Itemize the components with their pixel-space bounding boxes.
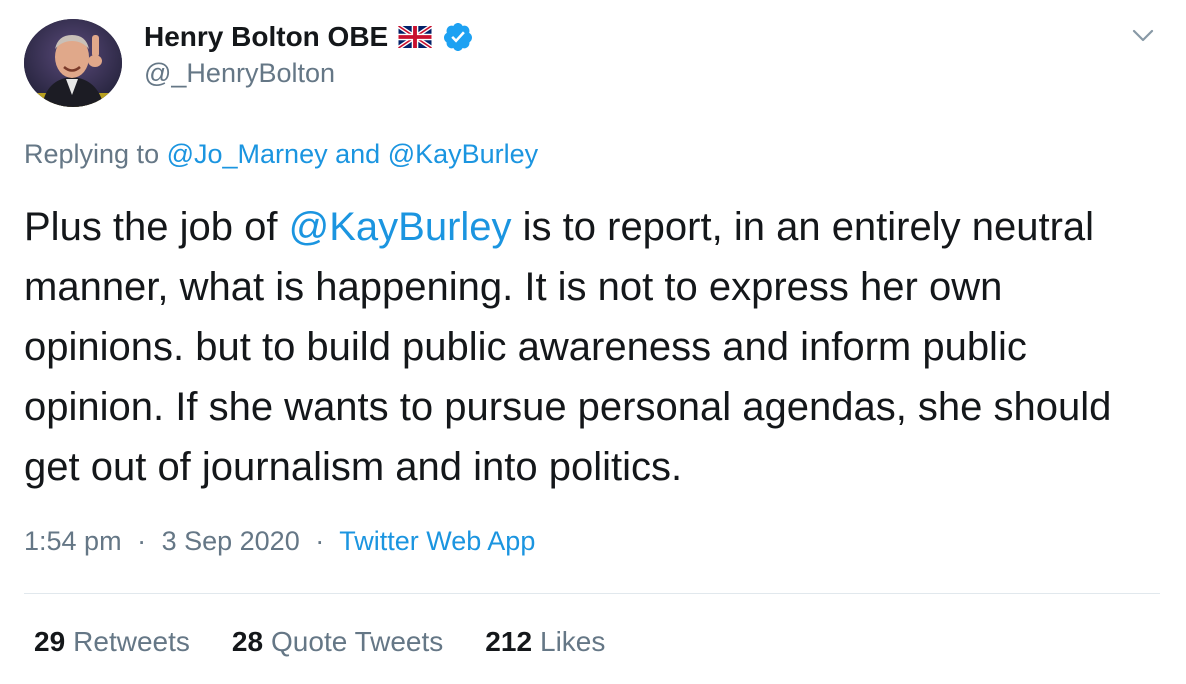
- quote-tweets-label: Quote Tweets: [271, 626, 444, 657]
- retweets-count: 29: [34, 626, 66, 657]
- divider: [24, 593, 1160, 594]
- tweet-meta: 1:54 pm · 3 Sep 2020 · Twitter Web App: [24, 526, 535, 557]
- tweet-stats: 29 Retweets 28 Quote Tweets 212 Likes: [34, 626, 605, 658]
- reply-mention-kay-burley[interactable]: @KayBurley: [388, 139, 538, 169]
- retweets-stat[interactable]: 29 Retweets: [34, 626, 190, 658]
- uk-flag-icon: [398, 26, 433, 48]
- likes-count: 212: [485, 626, 533, 657]
- chevron-down-icon[interactable]: [1128, 20, 1158, 50]
- reply-mention-jo-marney[interactable]: @Jo_Marney: [167, 139, 328, 169]
- author-avatar[interactable]: [24, 19, 122, 107]
- tweet-body: Plus the job of @KayBurley is to report,…: [24, 197, 1164, 497]
- meta-separator: ·: [315, 526, 325, 556]
- tweet-source[interactable]: Twitter Web App: [339, 526, 535, 556]
- quote-tweets-count: 28: [231, 626, 264, 657]
- replying-to-line: Replying to @Jo_Marney and @KayBurley: [24, 139, 538, 170]
- tweet-time[interactable]: 1:54 pm: [24, 526, 122, 556]
- tweet-card: Henry Bolton OBE @_HenryBolton Replying …: [0, 0, 1186, 684]
- tweet-mention-kay-burley[interactable]: @KayBurley: [289, 205, 512, 249]
- meta-separator: ·: [137, 526, 147, 556]
- retweets-label: Retweets: [73, 626, 190, 657]
- tweet-text-part-1: Plus the job of: [24, 205, 289, 249]
- replying-to-label: Replying to: [24, 139, 160, 169]
- reply-connector: and: [335, 139, 381, 169]
- author-name-row: Henry Bolton OBE: [144, 19, 474, 55]
- verified-badge-icon: [442, 21, 474, 53]
- author-handle[interactable]: @_HenryBolton: [144, 58, 335, 89]
- author-display-name[interactable]: Henry Bolton OBE: [144, 21, 388, 53]
- likes-stat[interactable]: 212 Likes: [485, 626, 605, 658]
- quote-tweets-stat[interactable]: 28 Quote Tweets: [232, 626, 443, 658]
- tweet-date[interactable]: 3 Sep 2020: [162, 526, 300, 556]
- likes-label: Likes: [540, 626, 606, 657]
